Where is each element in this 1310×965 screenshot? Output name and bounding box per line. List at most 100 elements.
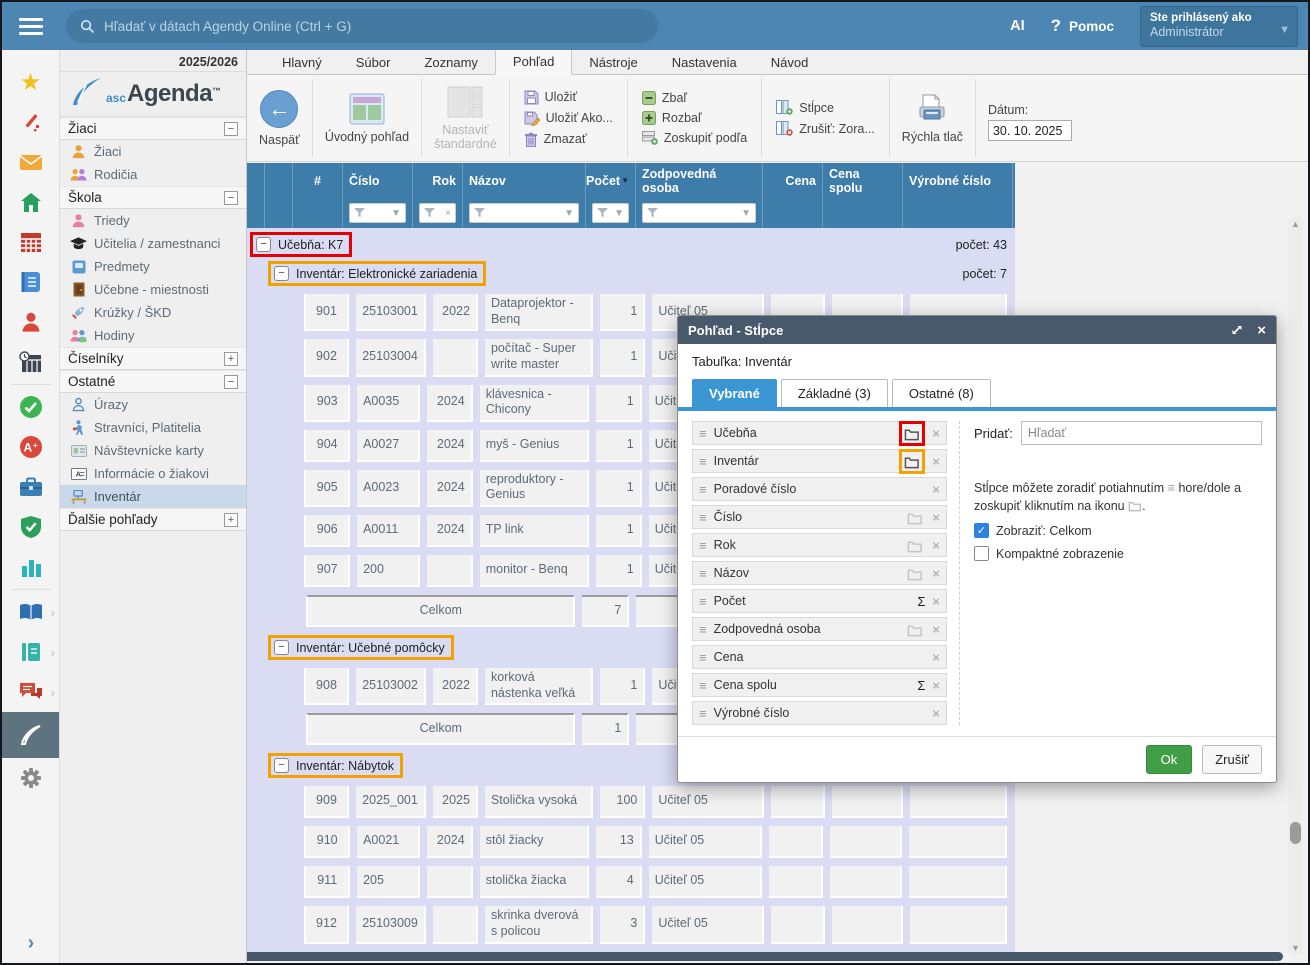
notebook-icon[interactable]: [2, 262, 59, 302]
user-menu[interactable]: Ste prihlásený ako Administrátor ▼: [1140, 6, 1298, 47]
remove-column-icon[interactable]: ×: [932, 454, 940, 469]
delete-view-button[interactable]: Zmazať: [522, 129, 589, 150]
remove-column-icon[interactable]: ×: [932, 482, 940, 497]
tab-nastroje[interactable]: Nástroje: [572, 51, 654, 75]
column-header-pocet[interactable]: Počet▼: [586, 163, 636, 198]
settings-gear-icon[interactable]: [2, 758, 59, 798]
drag-handle-icon[interactable]: ≡: [699, 678, 707, 693]
pen-agenda-icon-active[interactable]: [2, 712, 59, 758]
dialog-column-row[interactable]: ≡Číslo×: [692, 505, 947, 529]
remove-column-icon[interactable]: ×: [932, 510, 940, 525]
compact-view-checkbox[interactable]: Kompaktné zobrazenie: [974, 546, 1262, 561]
column-header-vyrobne[interactable]: Výrobné číslo: [903, 163, 1013, 198]
tab-zoznamy[interactable]: Zoznamy: [407, 51, 494, 75]
magic-wand-icon[interactable]: [2, 102, 59, 142]
global-search[interactable]: [66, 9, 658, 43]
remove-column-icon[interactable]: ×: [932, 622, 940, 637]
shield-check-icon[interactable]: [2, 507, 59, 547]
sidebar-item-urazy[interactable]: Úrazy: [60, 393, 246, 416]
drag-handle-icon[interactable]: ≡: [699, 566, 707, 581]
tab-pohlad[interactable]: Pohľad: [495, 50, 572, 75]
show-total-checkbox[interactable]: ✓ Zobraziť: Celkom: [974, 523, 1262, 538]
dialog-column-row[interactable]: ≡Inventár×: [692, 449, 947, 473]
initial-view-button[interactable]: Úvodný pohľad: [325, 93, 409, 144]
vertical-scrollbar[interactable]: ▲ ▼: [1288, 217, 1303, 955]
remove-column-icon[interactable]: ×: [932, 678, 940, 693]
column-header-cislo[interactable]: Číslo: [343, 163, 413, 198]
statistics-bars-icon[interactable]: [2, 547, 59, 587]
section-ostatne[interactable]: Ostatné−: [60, 370, 246, 393]
dialog-close-icon[interactable]: ×: [1257, 322, 1266, 339]
dialog-column-row[interactable]: ≡Rok×: [692, 533, 947, 557]
filter-rok[interactable]: ×: [419, 203, 456, 223]
home-icon[interactable]: [2, 182, 59, 222]
ok-button[interactable]: Ok: [1146, 745, 1193, 774]
section-skola[interactable]: Škola−: [60, 186, 246, 209]
group-folder-icon[interactable]: [904, 454, 920, 469]
group-folder-icon[interactable]: [907, 510, 923, 525]
dialog-column-row[interactable]: ≡PočetΣ×: [692, 589, 947, 613]
checkbox-checked-icon[interactable]: ✓: [974, 523, 989, 538]
filter-osoba[interactable]: ▼: [642, 203, 756, 223]
section-ziaci[interactable]: Žiaci−: [60, 117, 246, 140]
date-input[interactable]: [988, 120, 1072, 141]
group-folder-icon[interactable]: [907, 566, 923, 581]
ai-button[interactable]: AI: [1010, 18, 1025, 34]
dialog-resize-icon[interactable]: [1231, 324, 1243, 336]
collapse-toggle[interactable]: −: [224, 191, 238, 205]
sidebar-item-hodiny[interactable]: Hodiny: [60, 324, 246, 347]
drag-handle-icon[interactable]: ≡: [699, 510, 707, 525]
search-input[interactable]: [104, 19, 644, 34]
grades-icon[interactable]: A⁺: [2, 427, 59, 467]
documents-icon[interactable]: ›: [2, 632, 59, 672]
sidebar-item-informacie[interactable]: AInformácie o žiakovi: [60, 462, 246, 485]
sidebar-item-kruzky[interactable]: Krúžky / ŠKD: [60, 301, 246, 324]
remove-column-icon[interactable]: ×: [932, 566, 940, 581]
library-book-icon[interactable]: ›: [2, 592, 59, 632]
collapse-toggle[interactable]: −: [224, 375, 238, 389]
scroll-up-arrow-icon[interactable]: ▲: [1288, 219, 1303, 229]
group-folder-icon[interactable]: [907, 622, 923, 637]
remove-column-icon[interactable]: ×: [932, 706, 940, 721]
checkbox-unchecked-icon[interactable]: [974, 546, 989, 561]
cancel-button[interactable]: Zrušiť: [1202, 745, 1262, 774]
section-ciselniky[interactable]: Číselníky+: [60, 347, 246, 370]
sidebar-item-inventar[interactable]: Inventár: [60, 485, 246, 508]
remove-column-icon[interactable]: ×: [932, 650, 940, 665]
column-header-rok[interactable]: Rok: [413, 163, 463, 198]
tab-nastavenia[interactable]: Nastavenia: [655, 51, 754, 75]
back-button[interactable]: ← Naspäť: [259, 90, 300, 147]
sidebar-item-ziaci[interactable]: Žiaci: [60, 140, 246, 163]
dialog-column-row[interactable]: ≡Cena×: [692, 645, 947, 669]
dialog-column-row[interactable]: ≡Názov×: [692, 561, 947, 585]
collapse-group-button[interactable]: −: [274, 640, 289, 655]
table-row[interactable]: 9092025_0012025Stolička vysoká100Učiteľ …: [247, 782, 1015, 822]
quick-print-button[interactable]: Rýchla tlač: [902, 93, 963, 144]
horizontal-scrollbar-thumb[interactable]: [247, 952, 1283, 961]
calendar-grid-icon[interactable]: [2, 222, 59, 262]
dialog-column-row[interactable]: ≡Zodpovedná osoba×: [692, 617, 947, 641]
drag-handle-icon[interactable]: ≡: [699, 538, 707, 553]
cancel-sort-button[interactable]: Zrušiť: Zora...: [774, 118, 877, 139]
sum-sigma-icon[interactable]: Σ: [917, 594, 925, 609]
drag-handle-icon[interactable]: ≡: [699, 650, 707, 665]
help-button[interactable]: ? Pomoc: [1051, 16, 1114, 36]
expand-all-button[interactable]: Rozbaľ: [640, 108, 704, 128]
sidebar-item-predmety[interactable]: Predmety: [60, 255, 246, 278]
drag-handle-icon[interactable]: ≡: [699, 622, 707, 637]
dialog-title-bar[interactable]: Pohľad - Stĺpce ×: [678, 316, 1276, 344]
filter-cislo[interactable]: ▼: [349, 203, 406, 223]
group-folder-icon[interactable]: [904, 426, 920, 441]
briefcase-icon[interactable]: [2, 467, 59, 507]
sum-sigma-icon[interactable]: Σ: [917, 678, 925, 693]
filter-nazov[interactable]: ▼: [469, 203, 579, 223]
messages-icon[interactable]: ›: [2, 672, 59, 712]
schedule-clock-icon[interactable]: [2, 342, 59, 382]
group-by-button[interactable]: Zoskupiť podľa: [640, 128, 749, 148]
sidebar-item-ucitelia[interactable]: Učitelia / zamestnanci: [60, 232, 246, 255]
drag-handle-icon[interactable]: ≡: [699, 706, 707, 721]
column-header-nazov[interactable]: Názov: [463, 163, 586, 198]
column-header-cena-spolu[interactable]: Cena spolu: [823, 163, 903, 198]
tab-hlavny[interactable]: Hlavný: [265, 51, 339, 75]
collapse-group-button[interactable]: −: [256, 237, 271, 252]
